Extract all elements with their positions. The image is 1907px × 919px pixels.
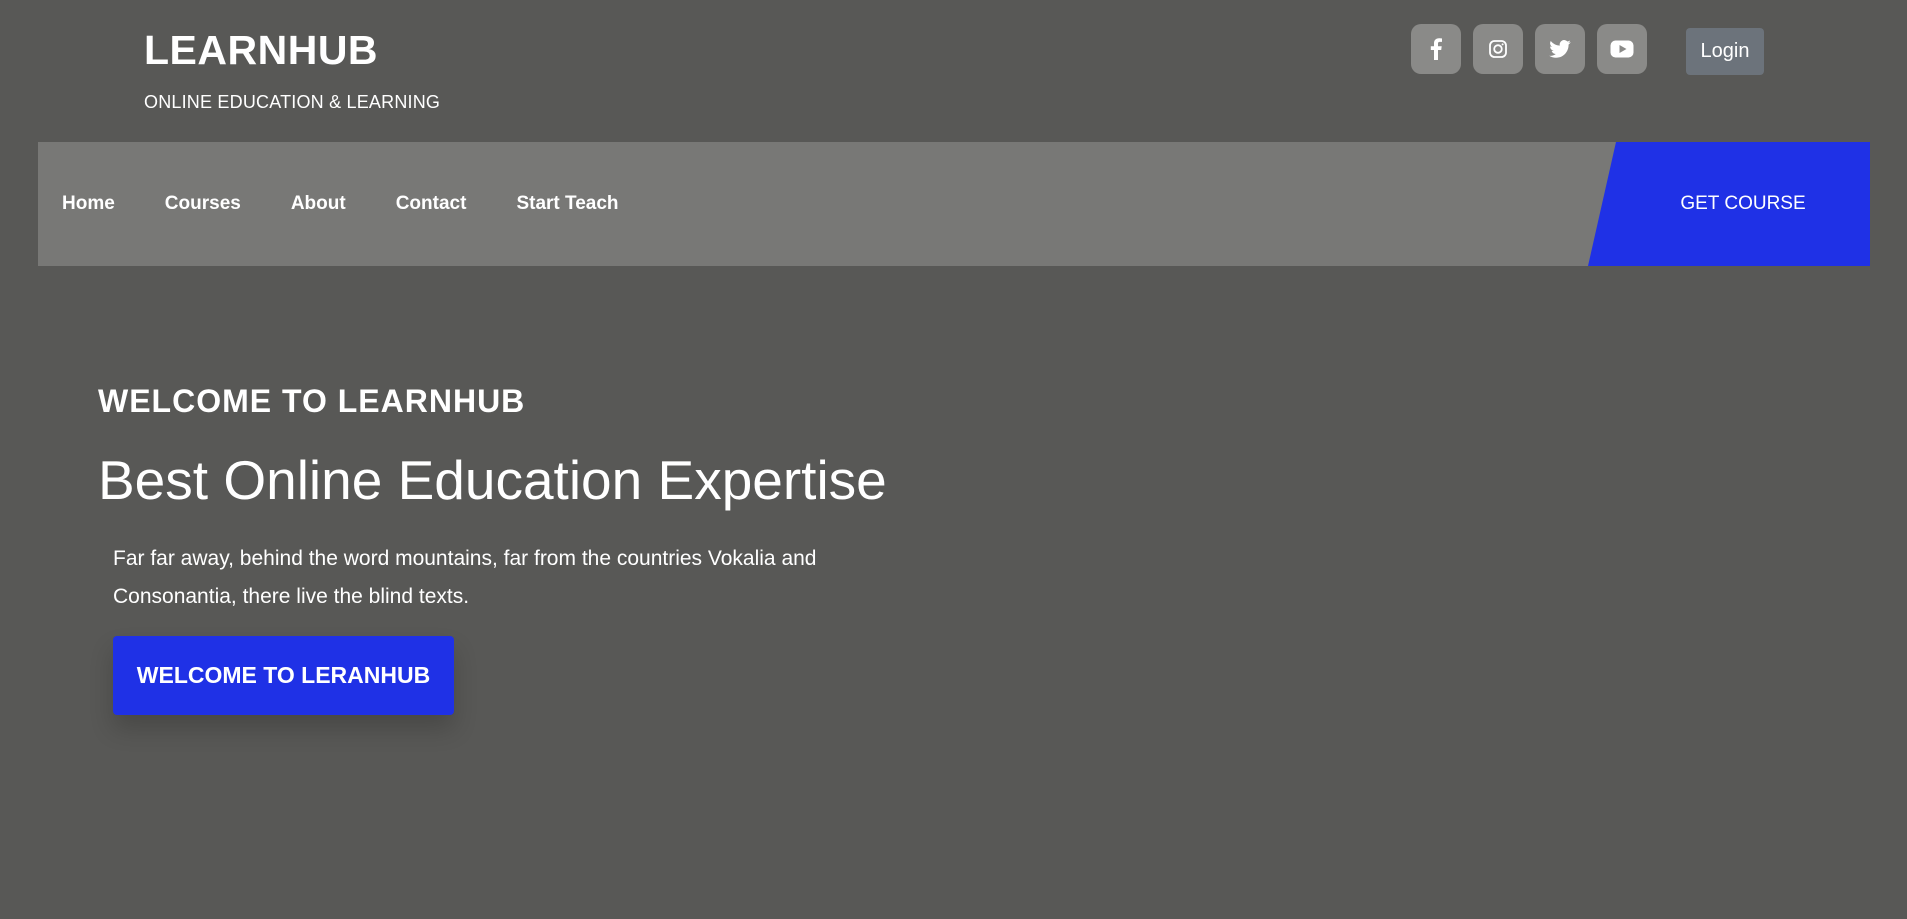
login-button[interactable]: Login <box>1686 28 1764 75</box>
hero-title: Best Online Education Expertise <box>98 449 887 511</box>
nav-item-contact[interactable]: Contact <box>396 193 467 215</box>
social-links <box>1411 24 1647 74</box>
get-course-button[interactable]: GET COURSE <box>1588 142 1870 266</box>
welcome-button[interactable]: WELCOME TO LERANHUB <box>113 636 454 715</box>
facebook-icon <box>1430 38 1442 60</box>
nav-item-start-teach[interactable]: Start Teach <box>516 193 618 215</box>
youtube-icon <box>1610 40 1634 58</box>
instagram-icon <box>1489 40 1507 58</box>
brand-title[interactable]: LEARNHUB <box>144 26 440 74</box>
nav-item-home[interactable]: Home <box>62 193 115 215</box>
facebook-button[interactable] <box>1411 24 1461 74</box>
nav-item-about[interactable]: About <box>291 193 346 215</box>
page: LEARNHUB ONLINE EDUCATION & LEARNING Log… <box>0 0 1907 919</box>
youtube-button[interactable] <box>1597 24 1647 74</box>
twitter-button[interactable] <box>1535 24 1585 74</box>
hero-description: Far far away, behind the word mountains,… <box>113 547 817 608</box>
hero-kicker: WELCOME TO LEARNHUB <box>98 383 526 419</box>
brand: LEARNHUB ONLINE EDUCATION & LEARNING <box>144 26 440 112</box>
brand-subtitle: ONLINE EDUCATION & LEARNING <box>144 92 441 112</box>
twitter-icon <box>1549 40 1571 58</box>
nav-item-courses[interactable]: Courses <box>165 193 241 215</box>
nav-menu: Home Courses About Contact Start Teach <box>62 142 669 266</box>
instagram-button[interactable] <box>1473 24 1523 74</box>
main-navbar: Home Courses About Contact Start Teach G… <box>38 142 1870 266</box>
